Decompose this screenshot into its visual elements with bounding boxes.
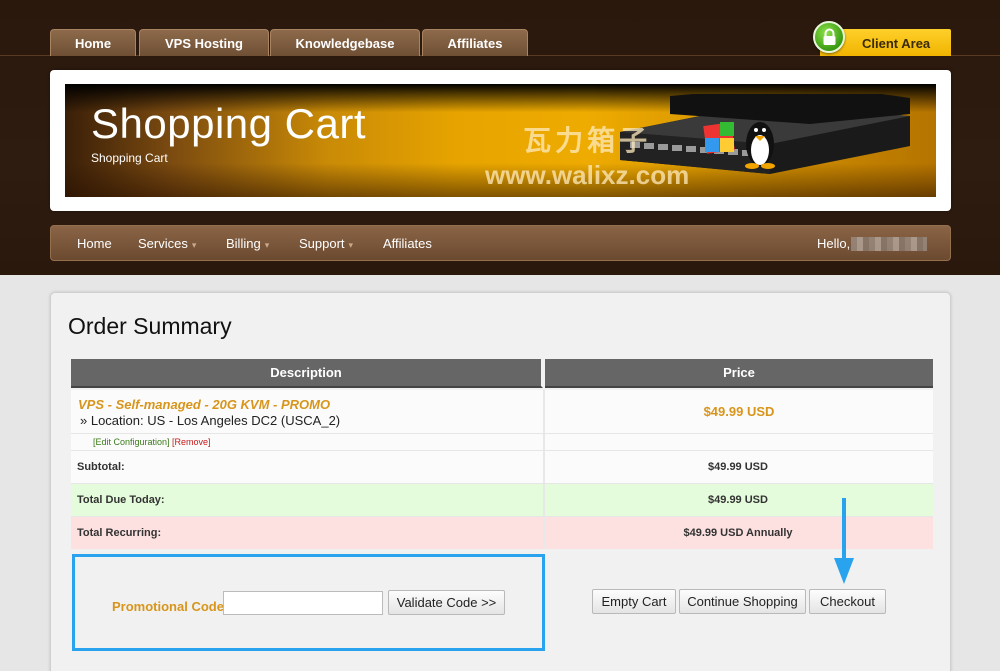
nav-support-label: Support [299,236,345,251]
nav-affiliates-label: Affiliates [383,236,432,251]
item-price-cell: $49.99 USD [545,390,933,433]
column-header-description: Description [71,359,543,388]
nav-billing-label: Billing [226,236,261,251]
continue-shopping-button[interactable]: Continue Shopping [679,589,806,614]
site-header: Home VPS Hosting Knowledgebase Affiliate… [0,0,1000,275]
nav-affiliates[interactable]: Affiliates [383,226,432,262]
order-summary-card: Order Summary Description Price VPS - Se… [50,292,951,671]
subtotal-label-cell [71,451,545,483]
chevron-down-icon: ▾ [191,240,197,250]
promo-code-input[interactable] [223,591,383,615]
watermark-cn: 瓦力箱子 [523,125,652,156]
total-recurring-row: Total Recurring: $49.99 USD Annually [71,516,933,549]
chevron-down-icon: ▾ [348,240,354,250]
lock-icon[interactable] [813,21,845,53]
main-nav: Home Services ▾ Billing ▾ Support ▾ Affilia… [50,225,951,261]
table-row: VPS - Self-managed - 20G KVM - PROMO » L… [71,390,933,433]
total-recurring-label: Total Recurring: [77,527,162,539]
item-location: » Location: US - Los Angeles DC2 (USCA_2… [80,413,341,428]
top-tab-knowledgebase[interactable]: Knowledgebase [270,29,420,56]
promo-code-highlight: Promotional Code Validate Code >> [72,554,545,651]
total-due-label: Total Due Today: [77,494,165,506]
empty-cart-button[interactable]: Empty Cart [592,589,676,614]
subtotal-value: $49.99 USD [708,461,768,473]
top-tab-affiliates[interactable]: Affiliates [422,29,528,56]
item-price: $49.99 USD [703,404,775,419]
item-actions-cell: [Edit Configuration] [Remove] [71,434,545,450]
nav-services-label: Services [138,236,188,251]
total-due-value: $49.99 USD [708,494,768,506]
checkout-button[interactable]: Checkout [809,589,886,614]
subtotal-label: Subtotal: [77,461,125,473]
nav-services[interactable]: Services ▾ [138,226,196,262]
watermark-url: www.walixz.com [485,160,690,190]
watermark: 瓦力箱子 www.walixz.com [485,124,689,192]
page-title: Order Summary [68,313,232,339]
promo-code-label: Promotional Code [112,599,224,614]
total-due-row: Total Due Today: $49.99 USD [71,483,933,516]
item-description-cell: VPS - Self-managed - 20G KVM - PROMO » L… [71,390,545,433]
banner-subtitle: Shopping Cart [91,151,168,165]
validate-code-button[interactable]: Validate Code >> [388,590,505,615]
banner-title: Shopping Cart [91,100,367,147]
banner: Shopping Cart Shopping Cart 瓦力箱子 www.wal… [65,84,936,197]
nav-billing[interactable]: Billing ▾ [226,226,269,262]
subtotal-row: Subtotal: $49.99 USD [71,450,933,483]
total-recurring-value: $49.99 USD Annually [683,527,793,539]
top-tab-home[interactable]: Home [50,29,136,56]
nav-home-label: Home [77,236,112,251]
remove-item-link[interactable]: [Remove] [172,437,211,447]
nav-home[interactable]: Home [77,226,112,262]
column-header-price: Price [545,359,933,388]
banner-frame: Shopping Cart Shopping Cart 瓦力箱子 www.wal… [50,70,951,211]
top-tab-vps-hosting[interactable]: VPS Hosting [139,29,269,56]
chevron-down-icon: ▾ [264,240,270,250]
arrow-down-icon [834,498,854,584]
blurred-username[interactable] [851,237,927,251]
table-row: [Edit Configuration] [Remove] [71,433,933,450]
user-greeting: Hello, [817,236,851,251]
nav-support[interactable]: Support ▾ [299,226,353,262]
item-name: VPS - Self-managed - 20G KVM - PROMO [78,397,331,412]
edit-configuration-link[interactable]: [Edit Configuration] [93,437,170,447]
